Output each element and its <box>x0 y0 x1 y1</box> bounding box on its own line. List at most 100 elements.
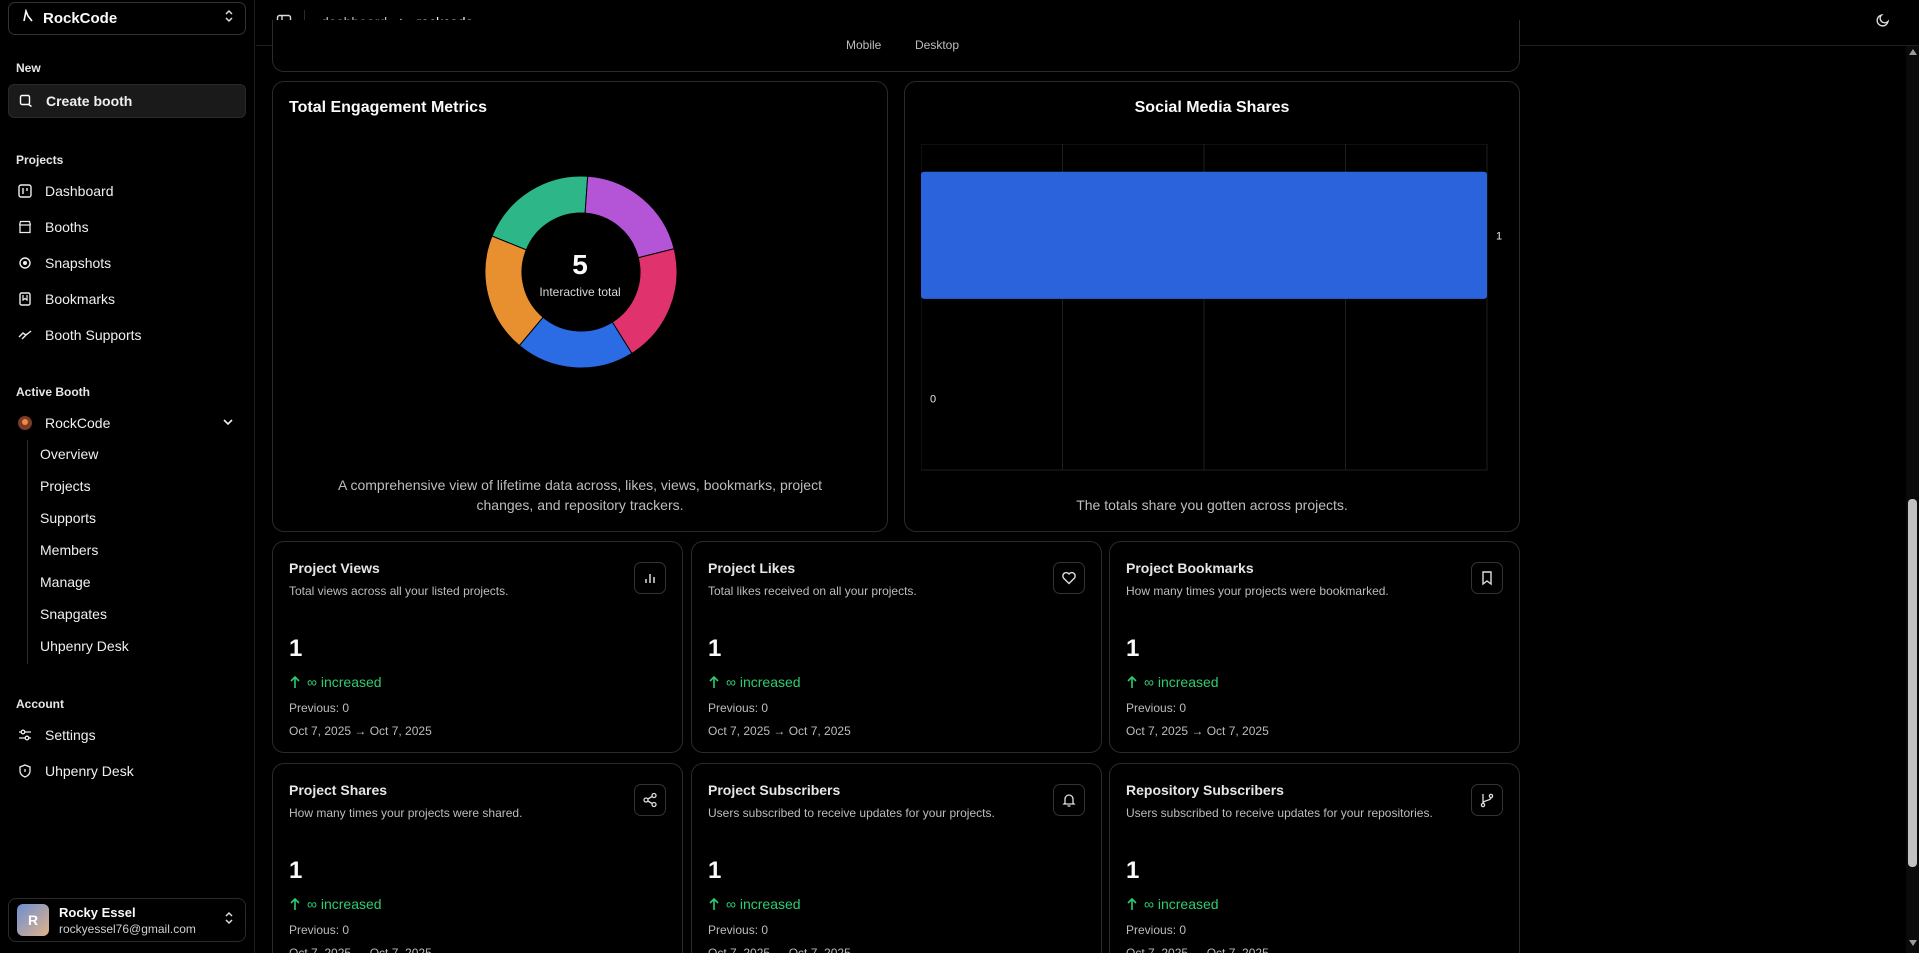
sidebar-item-label: Bookmarks <box>45 291 116 307</box>
stat-date-range: Oct 7, 2025 → Oct 7, 2025 <box>289 946 432 953</box>
sidebar-item-settings[interactable]: Settings <box>8 718 246 752</box>
store-icon <box>17 219 33 235</box>
sidebar-item-label: Dashboard <box>45 183 114 199</box>
sidebar-item-bookmarks[interactable]: Bookmarks <box>8 282 246 316</box>
section-label-account: Account <box>16 697 64 711</box>
arrow-up-icon <box>290 897 300 910</box>
share-icon[interactable] <box>634 784 666 816</box>
stat-previous: Previous: 0 <box>289 923 350 937</box>
stat-card: Project Subscribers Users subscribed to r… <box>691 763 1102 953</box>
booth-item-supports[interactable]: Supports <box>40 510 96 526</box>
sidebar-item-snapshots[interactable]: Snapshots <box>8 246 246 280</box>
arrow-up-icon <box>709 897 719 910</box>
bar[interactable] <box>921 171 1487 299</box>
donut-slice[interactable] <box>491 175 589 251</box>
create-booth-button[interactable]: Create booth <box>8 84 246 118</box>
stat-description: Users subscribed to receive updates for … <box>1126 806 1433 820</box>
stat-change: ∞ increased <box>708 896 801 912</box>
stat-value: 1 <box>708 635 722 662</box>
donut-center-label: Interactive total <box>539 285 621 299</box>
bookmark-icon[interactable] <box>1471 562 1503 594</box>
sliders-icon <box>17 727 33 743</box>
stat-change: ∞ increased <box>289 674 382 690</box>
engagement-description: A comprehensive view of lifetime data ac… <box>338 477 822 513</box>
stat-previous: Previous: 0 <box>708 923 769 937</box>
user-email: rockyessel76@gmail.com <box>59 921 196 936</box>
scroll-down-arrow[interactable] <box>1909 940 1917 946</box>
stat-value: 1 <box>708 857 722 884</box>
stat-change-text: ∞ increased <box>307 674 382 690</box>
social-shares-card: Social Media Shares 10 The totals share … <box>904 81 1520 532</box>
theme-toggle-button[interactable] <box>1875 12 1895 32</box>
stat-date-range: Oct 7, 2025 → Oct 7, 2025 <box>708 946 851 953</box>
donut-center-value: 5 <box>572 249 588 280</box>
active-booth-toggle[interactable]: RockCode <box>8 406 246 440</box>
arrow-up-icon <box>1127 897 1137 910</box>
booth-item-members[interactable]: Members <box>40 542 98 558</box>
stat-date-range: Oct 7, 2025 → Oct 7, 2025 <box>708 724 851 738</box>
sidebar-item-booths[interactable]: Booths <box>8 210 246 244</box>
avatar: R <box>17 904 49 936</box>
stat-description: How many times your projects were bookma… <box>1126 584 1389 598</box>
bell-icon[interactable] <box>1053 784 1085 816</box>
scroll-up-arrow[interactable] <box>1909 49 1917 55</box>
handshake-icon <box>17 327 33 343</box>
scrollbar-thumb[interactable] <box>1908 499 1917 867</box>
device-chart-card: Mobile Desktop <box>272 20 1520 72</box>
sidebar-item-label: Uhpenry Desk <box>45 763 134 779</box>
stat-change: ∞ increased <box>289 896 382 912</box>
stat-value: 1 <box>1126 857 1140 884</box>
booth-item-projects[interactable]: Projects <box>40 478 91 494</box>
chevron-down-icon <box>222 415 234 431</box>
stat-change-text: ∞ increased <box>726 674 801 690</box>
engagement-card: Total Engagement Metrics 5 Interactive t… <box>272 81 888 532</box>
stat-value: 1 <box>1126 635 1140 662</box>
sidebar-item-dashboard[interactable]: Dashboard <box>8 174 246 208</box>
sidebar-item-label: Snapshots <box>45 255 112 271</box>
create-booth-label: Create booth <box>46 93 133 109</box>
social-description: The totals share you gotten across proje… <box>1076 497 1348 513</box>
stat-description: Users subscribed to receive updates for … <box>708 806 995 820</box>
submenu-line <box>27 440 28 664</box>
stat-card: Repository Subscribers Users subscribed t… <box>1109 763 1520 953</box>
arrow-up-icon <box>290 675 300 688</box>
booth-item-manage[interactable]: Manage <box>40 574 91 590</box>
sidebar-item-booth-supports[interactable]: Booth Supports <box>8 318 246 352</box>
bar-chart-icon[interactable] <box>634 562 666 594</box>
stat-description: How many times your projects were shared… <box>289 806 523 820</box>
stat-title: Project Bookmarks <box>1126 560 1254 576</box>
sidebar-item-label: Booth Supports <box>45 327 142 343</box>
stat-change: ∞ increased <box>1126 674 1219 690</box>
booth-item-snapgates[interactable]: Snapgates <box>40 606 107 622</box>
bar-data-label: 0 <box>930 393 936 405</box>
sidebar-item-label: Settings <box>45 727 96 743</box>
app: RockCode New Create booth Projects Dashb… <box>0 0 1919 953</box>
sidebar-item-label: Booths <box>45 219 89 235</box>
sidebar-item-uhpenry-desk[interactable]: Uhpenry Desk <box>8 754 246 788</box>
stat-date-range: Oct 7, 2025 → Oct 7, 2025 <box>1126 724 1269 738</box>
engagement-title: Total Engagement Metrics <box>289 99 487 116</box>
create-booth-icon <box>18 93 34 109</box>
heart-icon[interactable] <box>1053 562 1085 594</box>
bookmark-icon <box>17 291 33 307</box>
user-menu[interactable]: R Rocky Essel rockyessel76@gmail.com <box>8 898 246 942</box>
scrollbar[interactable] <box>1906 46 1919 953</box>
legend-desktop: Desktop <box>915 38 960 52</box>
git-branch-icon[interactable] <box>1471 784 1503 816</box>
stat-change-text: ∞ increased <box>307 896 382 912</box>
stat-change-text: ∞ increased <box>726 896 801 912</box>
workspace-name: RockCode <box>43 10 118 27</box>
stat-value: 1 <box>289 857 303 884</box>
chevrons-updown-icon <box>223 9 235 28</box>
legend-mobile: Mobile <box>846 38 882 52</box>
stat-change-text: ∞ increased <box>1144 896 1219 912</box>
workspace-switcher[interactable]: RockCode <box>8 2 246 35</box>
donut-slice[interactable] <box>584 175 675 259</box>
booth-item-uhpenry-desk[interactable]: Uhpenry Desk <box>40 638 129 654</box>
stat-title: Project Likes <box>708 560 796 576</box>
stat-change: ∞ increased <box>1126 896 1219 912</box>
stat-change: ∞ increased <box>708 674 801 690</box>
booth-item-overview[interactable]: Overview <box>40 446 98 462</box>
shield-icon <box>17 763 33 779</box>
active-booth-name: RockCode <box>45 415 111 431</box>
